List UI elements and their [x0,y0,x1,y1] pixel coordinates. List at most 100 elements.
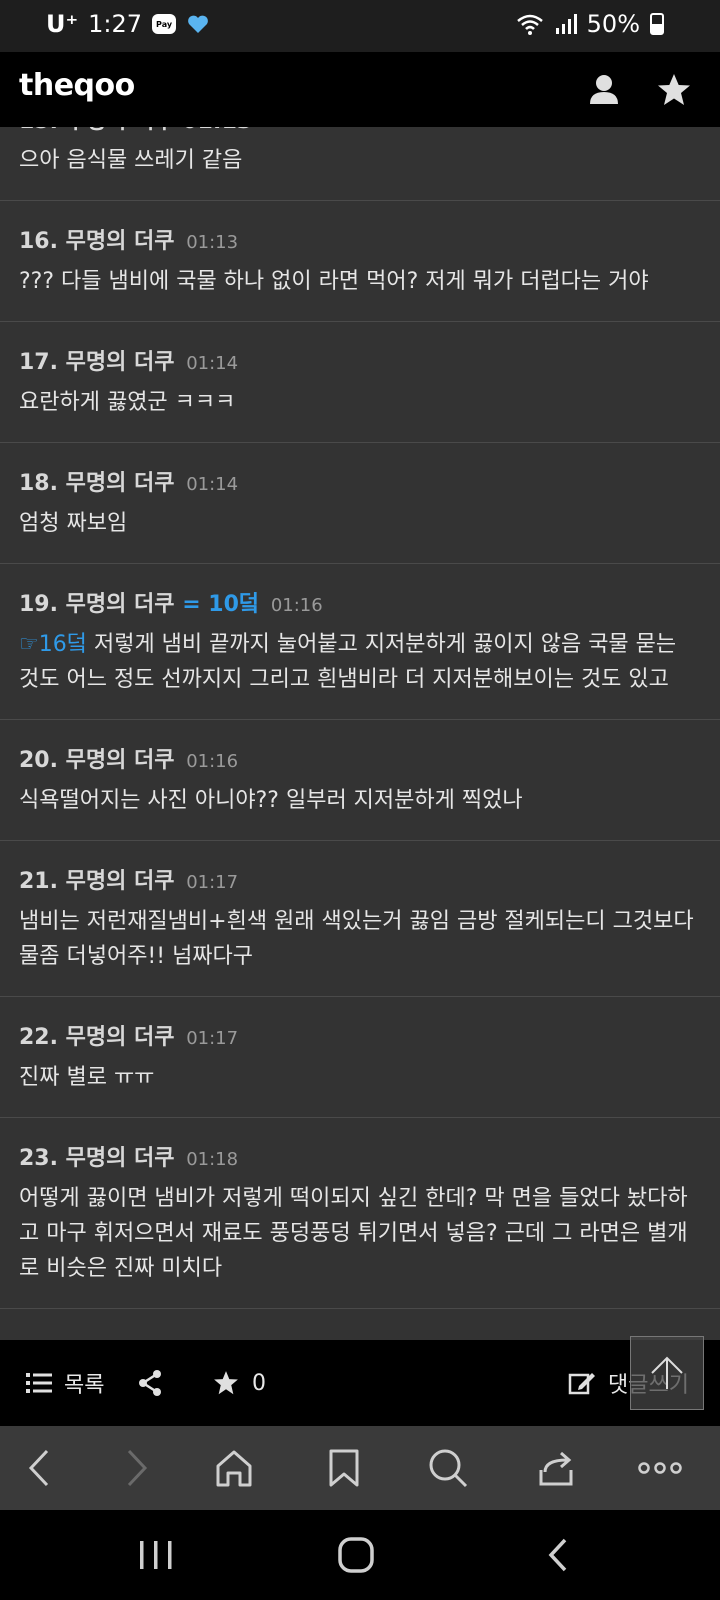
chevron-left-icon [28,1449,49,1487]
share-icon [139,1370,161,1396]
comment-number: 17. [19,350,58,375]
signal-icon [555,14,577,34]
list-button[interactable]: 목록 [26,1340,104,1426]
favorite-button[interactable]: 0 [212,1340,266,1426]
comment-number: 20. [19,748,58,773]
comment-item: 22. 무명의 더쿠 01:17 진짜 별로 ㅠㅠ [0,997,720,1118]
star-icon[interactable] [654,70,694,110]
comment-number: 22. [19,1025,58,1050]
tabs-button[interactable] [530,1440,586,1496]
comment-time: 01:17 [186,872,239,893]
browser-toolbar [0,1426,720,1510]
comment-item: 16. 무명의 더쿠 01:13 ??? 다들 냄비에 국물 하나 없이 라면 먹… [0,201,720,322]
comment-body: 어떻게 끓이면 냄비가 저렇게 떡이되지 싶긴 한데? 막 면을 들었다 놨다하… [19,1181,701,1286]
back-button[interactable] [12,1440,68,1496]
comment-time: 01:17 [186,1028,239,1049]
comment-number: 18. [19,471,58,496]
comment-reference-link[interactable]: ☞16덬 [19,632,87,657]
favorite-count: 0 [252,1370,266,1396]
comment-item: 23. 무명의 더쿠 01:18 어떻게 끓이면 냄비가 저렇게 떡이되지 싶긴 … [0,1118,720,1309]
comment-text: 진짜 별로 ㅠㅠ [19,1065,155,1090]
comment-text: 어떻게 끓이면 냄비가 저렇게 떡이되지 싶긴 한데? 막 면을 들었다 놨다하… [19,1186,688,1281]
status-bar: U⁺ 1:27 Pay 50% [0,0,720,52]
app-header: theqoo [0,52,720,127]
bookmark-icon [329,1449,359,1487]
comment-author: 무명의 더쿠 [65,748,175,773]
comment-author: 무명의 더쿠 [65,350,175,375]
back-nav-button[interactable] [528,1530,588,1580]
comment-text: 식욕떨어지는 사진 아니야?? 일부러 지저분하게 찍었나 [19,788,523,813]
system-nav-bar [0,1510,720,1600]
comment-time: 01:13 [186,232,239,253]
comment-header: 19. 무명의 더쿠 = 10덬 01:16 [19,590,701,621]
comment-number: 21. [19,869,58,894]
comment-author: 무명의 더쿠 [65,592,175,617]
forward-button[interactable] [108,1440,164,1496]
recents-button[interactable] [126,1530,186,1580]
wifi-icon [516,14,543,35]
comment-header: 17. 무명의 더쿠 01:14 [19,348,701,379]
comment-number: 23. [19,1146,58,1171]
carrier-label: U⁺ [46,10,79,38]
comment-time: 01:18 [186,1149,239,1170]
clock: 1:27 [88,10,143,38]
comment-header: 18. 무명의 더쿠 01:14 [19,469,701,500]
battery-icon [650,13,664,35]
comment-body: ☞16덬 저렇게 냄비 끝까지 눌어붙고 지저분하게 끓이지 않음 국물 묻는 … [19,627,701,697]
comment-item: 19. 무명의 더쿠 = 10덬 01:16 ☞16덬 저렇게 냄비 끝까지 눌어… [0,564,720,720]
list-icon [26,1373,52,1393]
comment-text: 엄청 짜보임 [19,511,128,536]
heart-icon [188,15,208,33]
star-icon [214,1371,238,1395]
comment-time: 01:14 [186,353,239,374]
comment-header: 23. 무명의 더쿠 01:18 [19,1144,701,1175]
comment-header: 16. 무명의 더쿠 01:13 [19,227,701,258]
comment-body: 엄청 짜보임 [19,506,701,541]
comment-header: 22. 무명의 더쿠 01:17 [19,1023,701,1054]
comment-body: 식욕떨어지는 사진 아니야?? 일부러 지저분하게 찍었나 [19,783,701,818]
comment-body: 진짜 별로 ㅠㅠ [19,1060,701,1095]
comment-author: 무명의 더쿠 [65,471,175,496]
recents-icon [140,1541,172,1569]
comment-text: 냄비는 저런재질냄비+흰색 원래 색있는거 끓임 금방 절케되는디 그것보다 물… [19,909,694,969]
comment-text: 저렇게 냄비 끝까지 눌어붙고 지저분하게 끓이지 않음 국물 묻는 것도 어느… [19,632,677,692]
share-arrow-icon [539,1451,573,1486]
comment-author: 무명의 더쿠 [65,869,175,894]
comment-number: 16. [19,229,58,254]
bookmark-button[interactable] [316,1440,372,1496]
list-label: 목록 [64,1373,105,1398]
comment-header: 21. 무명의 더쿠 01:17 [19,867,701,898]
home-nav-button[interactable] [326,1530,386,1580]
pay-icon: Pay [152,14,177,34]
home-icon [216,1450,252,1487]
comment-time: 01:14 [186,474,239,495]
home-circle-icon [338,1537,374,1573]
post-action-bar: 목록 0 댓글쓰기 [0,1340,720,1426]
battery-percent: 50% [586,10,640,38]
comment-text: 으아 음식물 쓰레기 같음 [19,148,243,173]
comment-list: 15. 무명의 더쿠 01:13 으아 음식물 쓰레기 같음 16. 무명의 더… [0,127,720,1340]
comment-body: 냄비는 저런재질냄비+흰색 원래 색있는거 끓임 금방 절케되는디 그것보다 물… [19,904,701,974]
comment-item: 20. 무명의 더쿠 01:16 식욕떨어지는 사진 아니야?? 일부러 지저분하… [0,720,720,841]
back-chevron-icon [548,1538,567,1572]
site-logo[interactable]: theqoo [19,68,135,103]
comment-item: 21. 무명의 더쿠 01:17 냄비는 저런재질냄비+흰색 원래 색있는거 끓임… [0,841,720,997]
search-button[interactable] [420,1440,476,1496]
comment-time: 01:16 [186,751,239,772]
profile-icon[interactable] [584,70,624,110]
arrow-up-icon [651,1356,683,1389]
comment-item: 15. 무명의 더쿠 01:13 으아 음식물 쓰레기 같음 [0,127,720,201]
menu-button[interactable] [632,1440,688,1496]
comment-number: 19. [19,592,58,617]
comment-mention[interactable]: = 10덬 [182,592,259,617]
comment-text: 요란하게 끓였군 ㅋㅋㅋ [19,390,236,415]
comment-item: 17. 무명의 더쿠 01:14 요란하게 끓였군 ㅋㅋㅋ [0,322,720,443]
comment-author: 무명의 더쿠 [65,1146,175,1171]
comment-item: 18. 무명의 더쿠 01:14 엄청 짜보임 [0,443,720,564]
search-icon [429,1449,468,1488]
comment-header: 15. 무명의 더쿠 01:13 [19,127,701,137]
comment-author: 무명의 더쿠 [65,1025,175,1050]
home-button[interactable] [206,1440,262,1496]
share-button[interactable] [138,1340,162,1426]
scroll-top-button[interactable] [630,1336,704,1410]
